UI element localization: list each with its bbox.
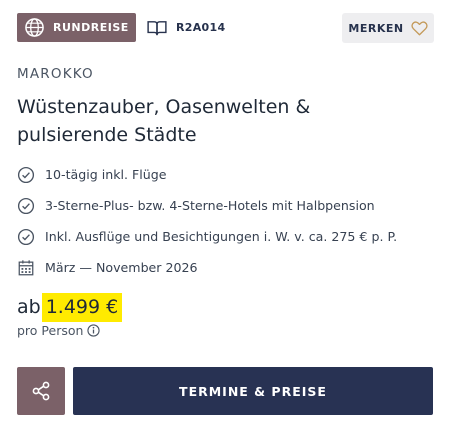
feature-item: 10-tägig inkl. Flüge [17,159,397,190]
per-person-label: pro Person [17,323,84,338]
globe-icon [25,18,44,37]
trip-code: R2A014 [147,13,225,42]
check-circle-icon [17,166,35,183]
share-button[interactable] [17,367,65,415]
feature-list: 10-tägig inkl. Flüge 3-Sterne-Plus- bzw.… [17,159,397,283]
share-icon [32,381,50,401]
feature-text: Inkl. Ausflüge und Besichtigungen i. W. … [45,229,398,244]
price-prefix: ab [17,296,41,318]
info-icon[interactable] [87,324,101,337]
feature-item: März — November 2026 [17,252,397,283]
catalog-book-icon [147,20,167,35]
per-person-note: pro Person [17,323,101,338]
dates-and-prices-button[interactable]: TERMINE & PREISE [73,367,433,415]
check-circle-icon [17,197,35,214]
heart-icon [410,20,428,35]
bookmark-label: MERKEN [348,21,404,35]
trip-type-label: RUNDREISE [53,21,129,34]
calendar-icon [18,259,34,275]
trip-type-badge: RUNDREISE [17,13,136,42]
check-circle-icon [17,228,35,245]
feature-text: März — November 2026 [45,260,198,275]
badge-row: RUNDREISE R2A014 MERKEN [17,13,434,43]
feature-item: 3-Sterne-Plus- bzw. 4-Sterne-Hotels mit … [17,190,397,221]
price-amount: 1.499 € [41,292,123,322]
offer-title: Wüstenzauber, Oasenwelten & pulsierende … [17,96,311,146]
feature-text: 10-tägig inkl. Flüge [45,167,167,182]
trip-code-label: R2A014 [176,21,226,34]
feature-text: 3-Sterne-Plus- bzw. 4-Sterne-Hotels mit … [45,198,375,213]
country-label: MAROKKO [17,66,94,82]
feature-item: Inkl. Ausflüge und Besichtigungen i. W. … [17,221,397,252]
price-display: ab 1.499 € [17,292,123,322]
bookmark-button[interactable]: MERKEN [342,13,434,43]
